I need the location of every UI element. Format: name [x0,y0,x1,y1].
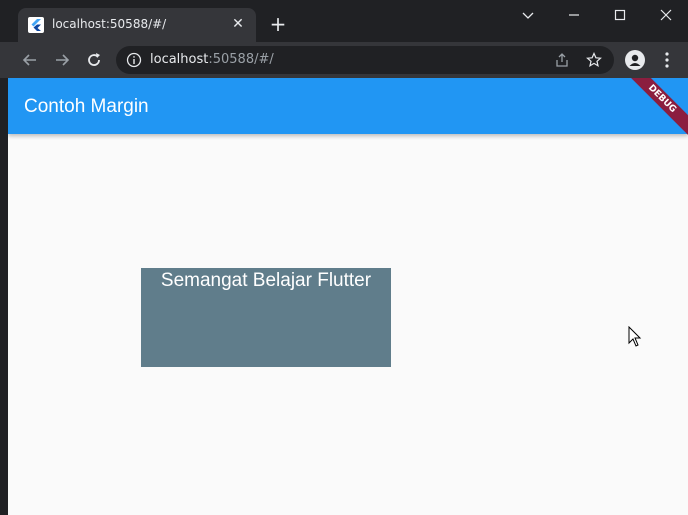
address-bar[interactable]: localhost:50588/#/ [116,46,614,74]
profile-icon[interactable] [625,50,645,70]
info-icon[interactable] [126,52,142,68]
url-text[interactable]: localhost:50588/#/ [150,52,274,67]
maximize-icon[interactable] [605,4,635,26]
tab-strip: localhost:50588/#/ ✕ + [0,0,688,42]
app-bar: Contoh Margin [8,78,688,134]
star-icon[interactable] [586,52,602,68]
browser-window: localhost:50588/#/ ✕ + localhost:50588/#… [0,0,688,515]
app-bar-title: Contoh Margin [24,96,149,117]
margin-container: Semangat Belajar Flutter [141,268,391,367]
url-path: :50588/#/ [208,52,274,67]
menu-dots-icon[interactable] [660,50,674,70]
container-text: Semangat Belajar Flutter [160,270,372,291]
back-arrow-icon[interactable] [20,50,40,70]
reload-icon[interactable] [84,50,104,70]
minimize-icon[interactable] [559,4,589,26]
flutter-favicon-icon [28,17,44,33]
tab-title: localhost:50588/#/ [52,17,167,31]
active-tab[interactable]: localhost:50588/#/ ✕ [18,8,256,42]
new-tab-button[interactable]: + [268,14,288,34]
mouse-cursor-icon [628,325,642,348]
close-window-icon[interactable] [651,4,681,26]
forward-arrow-icon[interactable] [52,50,72,70]
tab-close-icon[interactable]: ✕ [230,16,246,32]
page-viewport: Contoh Margin DEBUG Semangat Belajar Flu… [8,78,688,515]
browser-toolbar: localhost:50588/#/ [0,42,688,78]
tab-search-chevron-icon[interactable] [513,4,543,26]
share-icon[interactable] [554,52,570,68]
url-host: localhost [150,52,209,67]
